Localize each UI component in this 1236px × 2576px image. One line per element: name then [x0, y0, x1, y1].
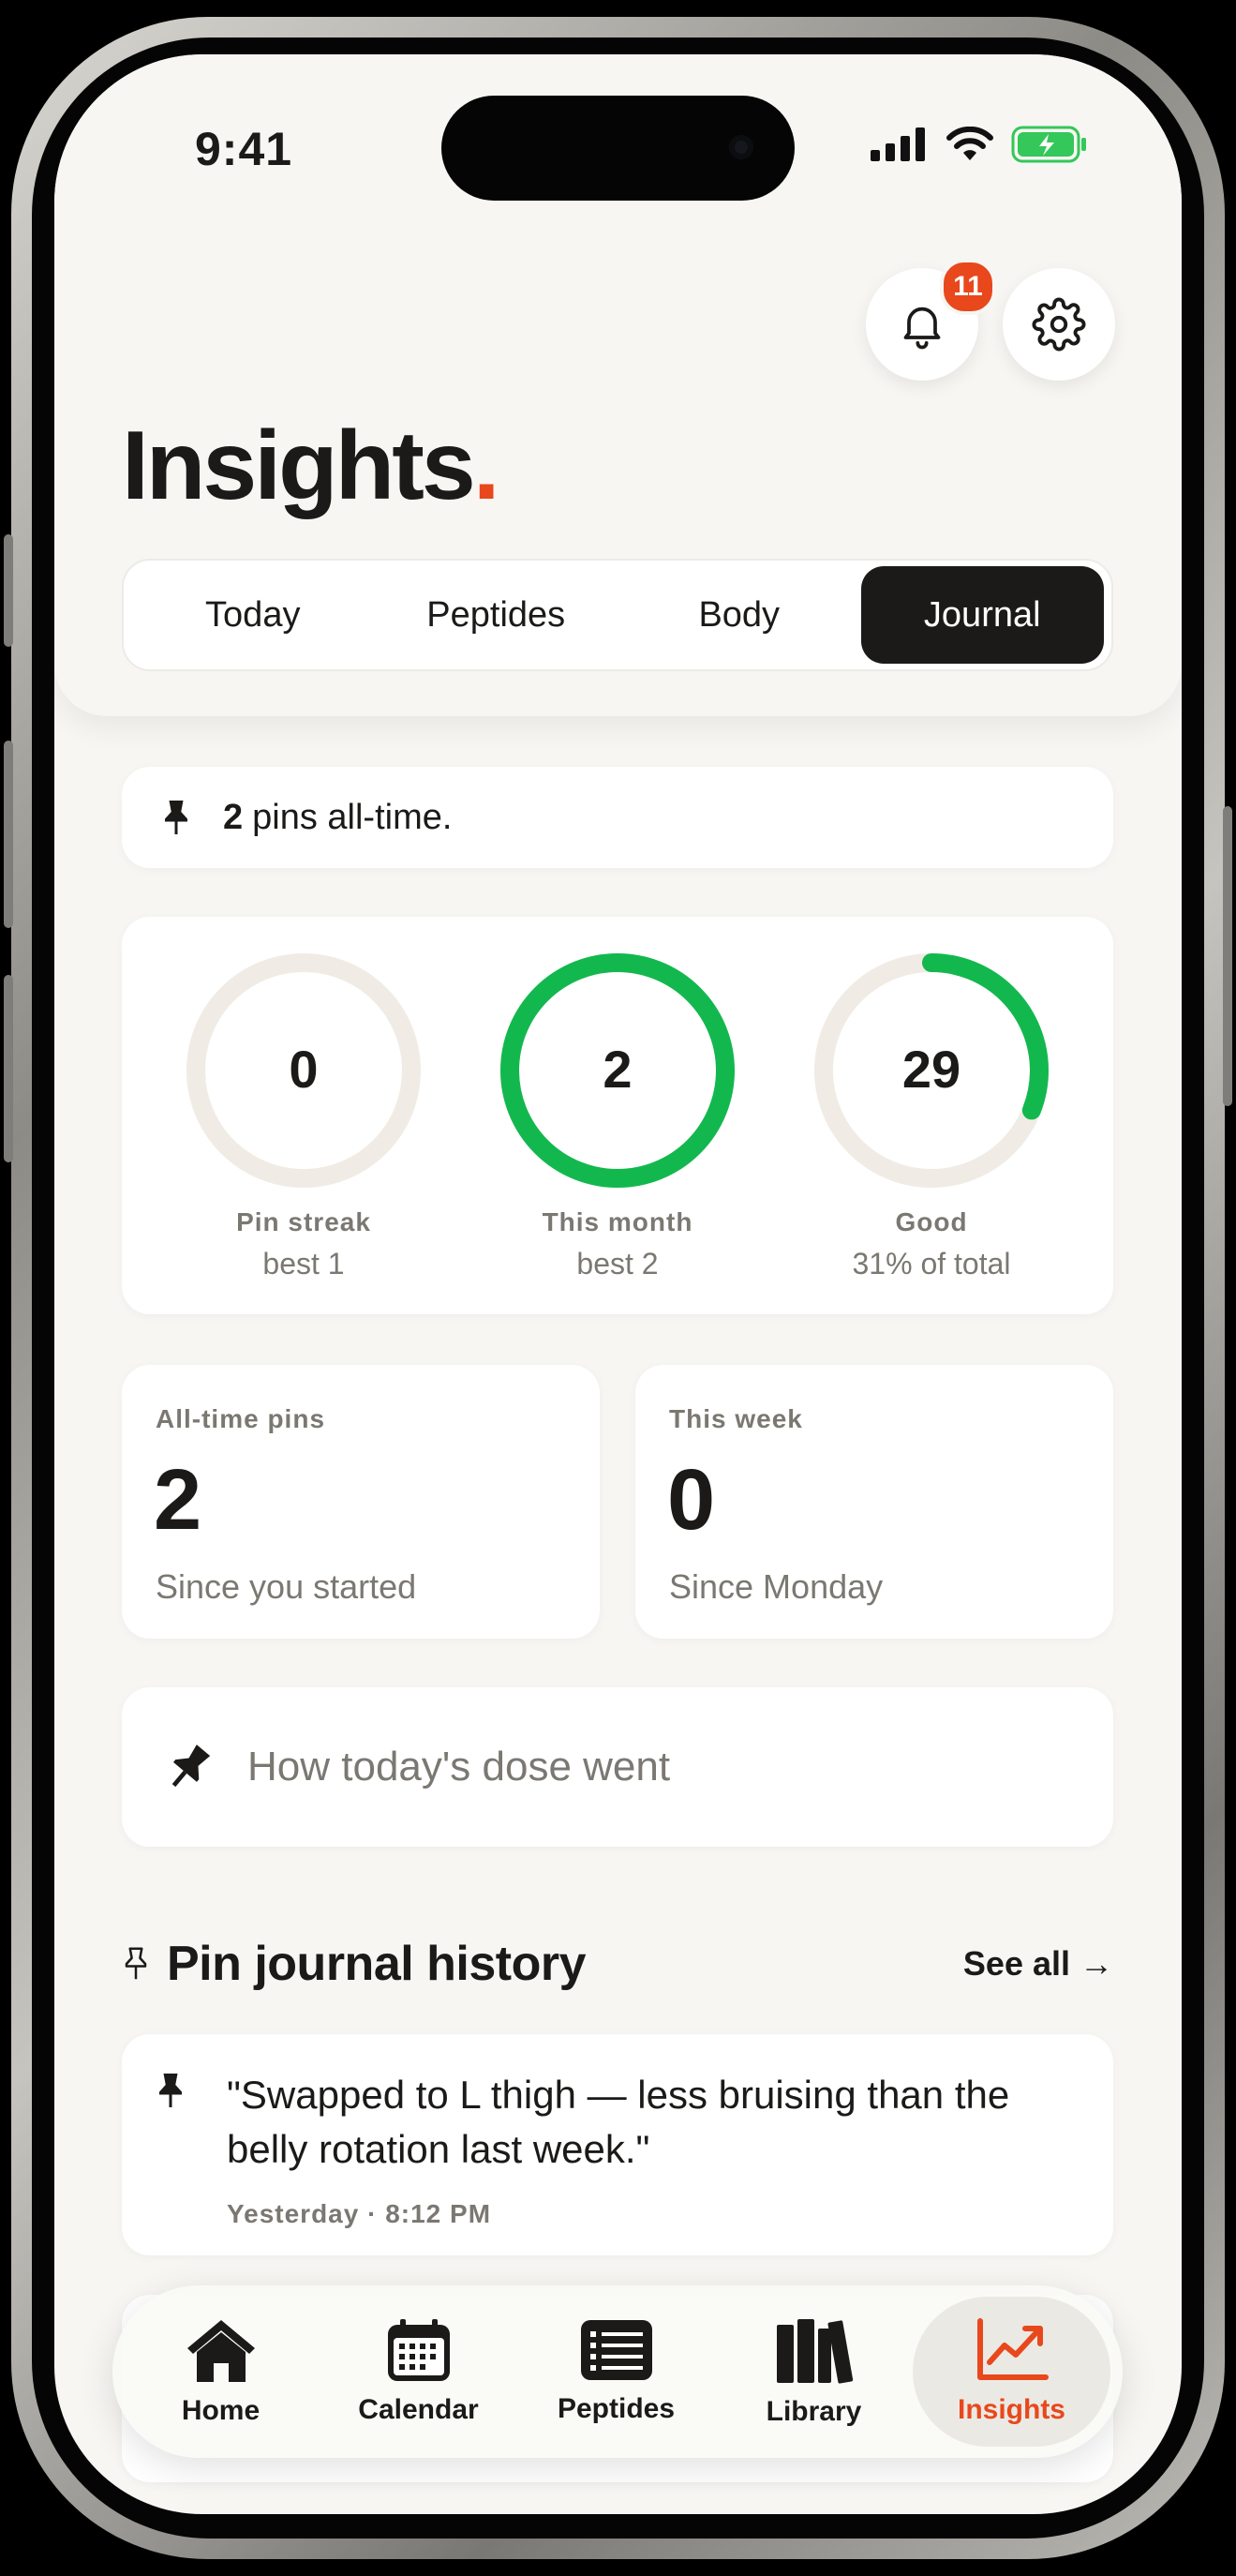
- dose-note-placeholder: How today's dose went: [247, 1744, 671, 1790]
- tab-peptides[interactable]: Peptides: [375, 566, 618, 664]
- ring-label: Pin streak: [236, 1207, 371, 1236]
- status-icons: [871, 126, 1088, 163]
- settings-button[interactable]: [1003, 268, 1115, 381]
- see-all-link[interactable]: See all →: [963, 1944, 1113, 1984]
- notifications-button[interactable]: 11: [866, 259, 996, 381]
- screen: 11 Insights. Today Peptides Body Journal…: [54, 54, 1182, 2514]
- camera-icon: [729, 135, 753, 159]
- history-entry[interactable]: "Swapped to L thigh — less bruising than…: [122, 2034, 1113, 2255]
- ring-sub: best 1: [262, 1247, 345, 1281]
- arrow-right-icon: →: [1080, 1944, 1113, 1983]
- tab-today[interactable]: Today: [131, 566, 375, 664]
- volume-up-button: [4, 741, 13, 928]
- pin-icon: [159, 2074, 182, 2107]
- rings-card: 0 Pin streak best 1 2 This month best 2 …: [122, 917, 1113, 1314]
- stat-value: 0: [667, 1452, 716, 1548]
- stat-value: 2: [154, 1452, 202, 1548]
- tabbar-label: Calendar: [358, 2394, 479, 2425]
- ring-pin-streak: 0 Pin streak best 1: [182, 949, 425, 1281]
- notification-badge: 11: [940, 259, 996, 315]
- stat-card-this-week: This week 0 Since Monday: [635, 1365, 1113, 1639]
- volume-down-button: [4, 975, 13, 1162]
- dynamic-island: [441, 96, 795, 201]
- gear-icon: [1032, 297, 1086, 352]
- signal-icon: [871, 127, 925, 161]
- tabbar-label: Insights: [957, 2394, 1065, 2425]
- books-icon: [776, 2319, 853, 2384]
- tabbar-label: Library: [766, 2396, 862, 2427]
- history-title: Pin journal history: [167, 1937, 587, 1991]
- ring-good: 29 Good 31% of total: [810, 949, 1053, 1281]
- ring-value: 0: [289, 1040, 319, 1099]
- pins-count: 2: [223, 797, 244, 837]
- segmented-tabs: Today Peptides Body Journal: [122, 559, 1113, 671]
- stat-sub: Since you started: [156, 1567, 417, 1606]
- pins-summary-text: 2 pins all-time.: [223, 798, 452, 838]
- bell-icon: [903, 307, 941, 350]
- ring-label: This month: [542, 1207, 693, 1236]
- ring-label: Good: [895, 1207, 968, 1236]
- stat-sub: Since Monday: [669, 1567, 884, 1606]
- status-time: 9:41: [195, 123, 293, 175]
- wifi-icon: [946, 127, 993, 160]
- ring-value: 2: [603, 1040, 633, 1099]
- history-quote: "Swapped to L thigh — less bruising than…: [227, 2073, 1010, 2171]
- list-icon: [580, 2320, 652, 2380]
- tabbar-home[interactable]: Home: [122, 2297, 320, 2447]
- tabbar-peptides[interactable]: Peptides: [517, 2297, 715, 2447]
- pin-outline-icon: [125, 1947, 147, 1980]
- pushpin-icon: [171, 1745, 211, 1788]
- stat-card-all-time: All-time pins 2 Since you started: [122, 1365, 600, 1639]
- pins-summary-bar: 2 pins all-time.: [122, 767, 1113, 868]
- stat-label: All-time pins: [156, 1404, 326, 1433]
- calendar-icon: [387, 2319, 450, 2381]
- tab-body[interactable]: Body: [618, 566, 861, 664]
- dose-note-input[interactable]: How today's dose went: [122, 1687, 1113, 1847]
- bottom-tab-bar: Home Calendar Peptides Library Insights: [112, 2285, 1123, 2458]
- ring-sub: 31% of total: [852, 1247, 1011, 1281]
- title-accent-dot: .: [472, 412, 500, 520]
- page-title-text: Insights: [122, 412, 476, 520]
- home-icon: [186, 2320, 255, 2382]
- tabbar-calendar[interactable]: Calendar: [320, 2297, 517, 2447]
- battery-icon: [1011, 126, 1086, 163]
- pins-summary-label: pins all-time.: [252, 797, 453, 837]
- tabbar-label: Home: [181, 2395, 261, 2426]
- history-header: Pin journal history See all →: [122, 1931, 1113, 1997]
- power-button: [1223, 806, 1232, 1106]
- page-title: Insights.: [122, 411, 500, 522]
- action-button: [4, 534, 13, 647]
- tabbar-library[interactable]: Library: [715, 2297, 913, 2447]
- tab-journal[interactable]: Journal: [860, 566, 1104, 664]
- stat-label: This week: [669, 1404, 803, 1433]
- tabbar-label: Peptides: [557, 2393, 676, 2424]
- ring-sub: best 2: [576, 1247, 659, 1281]
- see-all-label: See all: [962, 1944, 1070, 1983]
- tabbar-insights[interactable]: Insights: [913, 2297, 1110, 2447]
- history-meta: Yesterday · 8:12 PM: [227, 2199, 492, 2228]
- pin-icon: [165, 801, 187, 834]
- chart-icon: [976, 2318, 1049, 2380]
- ring-value: 29: [901, 1040, 961, 1099]
- ring-this-month: 2 This month best 2: [496, 949, 739, 1281]
